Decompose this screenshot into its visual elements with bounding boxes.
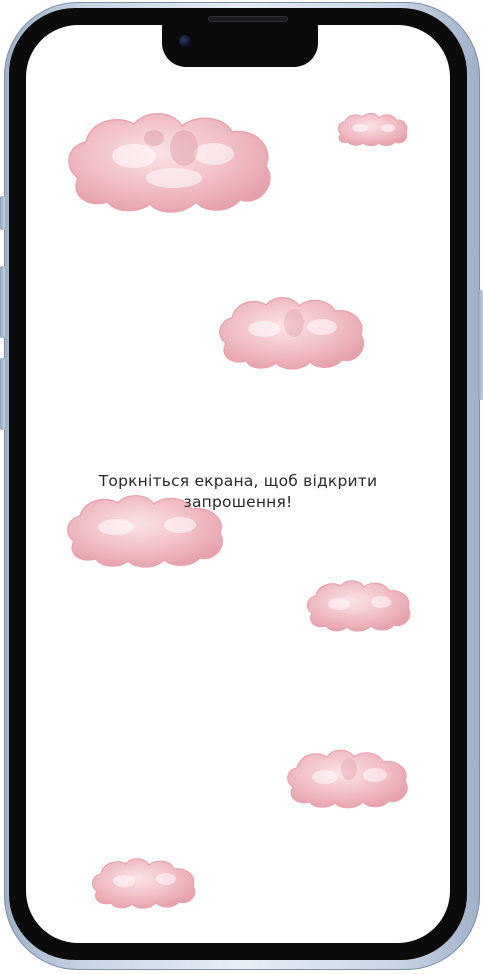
silent-switch (0, 196, 5, 230)
front-camera-icon (179, 35, 191, 47)
cloud-icon (90, 857, 196, 909)
volume-up-button (0, 266, 5, 338)
cloud-icon (64, 108, 276, 216)
earpiece-speaker (208, 16, 288, 22)
phone-bezel: Торкніться екрана, щоб відкрити запрошен… (9, 8, 467, 960)
power-button (478, 290, 483, 400)
volume-down-button (0, 358, 5, 430)
invitation-screen[interactable]: Торкніться екрана, щоб відкрити запрошен… (26, 25, 450, 943)
cloud-icon (285, 747, 411, 809)
open-invitation-prompt[interactable]: Торкніться екрана, щоб відкрити запрошен… (66, 471, 410, 513)
cloud-icon (336, 112, 408, 147)
cloud-icon (216, 293, 368, 371)
cloud-icon (305, 578, 411, 632)
